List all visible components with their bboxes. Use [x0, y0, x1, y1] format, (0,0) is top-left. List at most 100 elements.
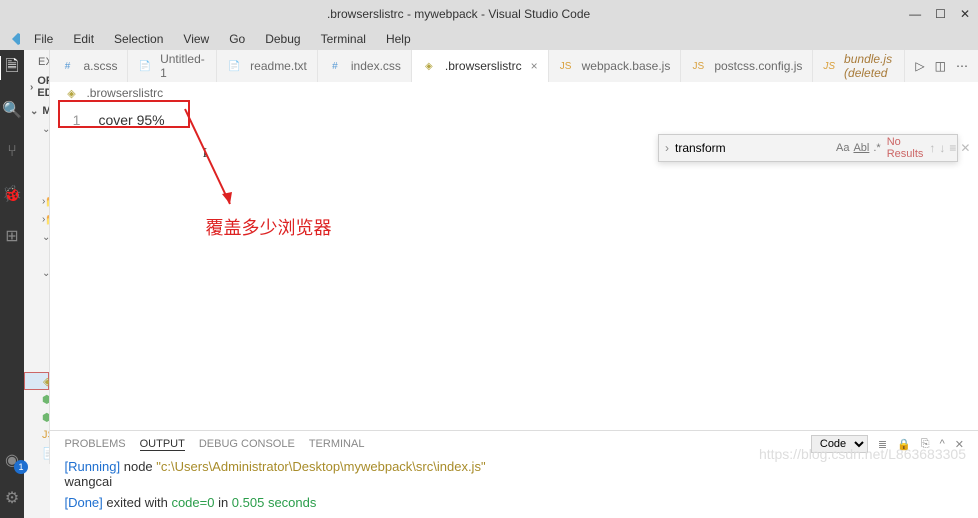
tree-item[interactable]: #index.css [24, 336, 50, 354]
sidebar: EXPLORER ›OPEN EDITORS ⌄MYWEBPACK ⌄📂buil… [24, 50, 50, 518]
editor-tab[interactable]: JS bundle.js (deleted [813, 50, 905, 82]
menu-selection[interactable]: Selection [106, 30, 171, 48]
more-actions-icon[interactable]: ⋯ [956, 59, 968, 73]
match-case-icon[interactable]: Aa [836, 142, 849, 154]
file-icon: JS [559, 59, 573, 73]
tree-item[interactable]: ⌄📂public [24, 228, 49, 246]
tree-item[interactable]: 📄readme.txt [24, 444, 49, 462]
find-in-selection-icon[interactable]: ≡ [949, 141, 956, 155]
file-icon: # [60, 59, 74, 73]
tab-terminal[interactable]: TERMINAL [309, 438, 365, 450]
source-control-icon[interactable]: ⑂ [0, 140, 24, 164]
window-controls: — ☐ ✕ [909, 7, 970, 21]
explorer-title: EXPLORER [24, 50, 50, 72]
titlebar: .browserslistrc - mywebpack - Visual Stu… [0, 0, 978, 28]
tree-item[interactable]: JSwebpack.base.js [24, 138, 50, 156]
regex-icon[interactable]: .* [873, 142, 880, 154]
file-icon: ⬢ [42, 410, 50, 424]
tree-item[interactable]: #a.scss [24, 318, 50, 336]
file-icon: 📄 [227, 59, 241, 73]
file-icon: ⬢ [42, 392, 50, 406]
tab-label: readme.txt [250, 59, 307, 73]
tree-item[interactable]: JSindex.js [24, 354, 50, 372]
file-icon: JS [823, 59, 835, 73]
bottom-panel: PROBLEMS OUTPUT DEBUG CONSOLE TERMINAL C… [50, 430, 978, 518]
activity-bar: 🗎 🔍 ⑂ 🐞 ⊞ ◉1 ⚙ [0, 50, 24, 518]
editor-tab[interactable]: 📄 readme.txt [217, 50, 318, 82]
file-icon: 📄 [42, 446, 50, 460]
file-icon: ◈ [64, 86, 78, 100]
tree-item[interactable]: <>index.html [24, 246, 50, 264]
tree-item[interactable]: #a.css [24, 300, 50, 318]
menu-debug[interactable]: Debug [257, 30, 308, 48]
tree-item[interactable]: ›📁dist [24, 192, 49, 210]
file-icon: JS [42, 428, 50, 442]
run-icon[interactable]: ▷ [915, 59, 924, 73]
editor-area: # a.scss 📄 Untitled-1 📄 readme.txt # index.css ◈… [50, 50, 978, 518]
split-editor-icon[interactable]: ◫ [935, 59, 946, 73]
file-icon: # [328, 59, 342, 73]
tab-output[interactable]: OUTPUT [140, 438, 185, 451]
close-tab-icon[interactable]: × [531, 59, 538, 73]
find-input[interactable] [675, 141, 830, 155]
vscode-icon [6, 31, 22, 47]
next-match-icon[interactable]: ↓ [939, 141, 945, 155]
tree-item[interactable]: ◈.browserslistrc [24, 372, 49, 390]
debug-icon[interactable]: 🐞 [0, 182, 24, 206]
tree-item[interactable]: ⌄📂src [24, 264, 49, 282]
tree-item[interactable]: ⌄📂build [24, 120, 49, 138]
menu-edit[interactable]: Edit [65, 30, 102, 48]
menu-help[interactable]: Help [378, 30, 419, 48]
editor-tabs: # a.scss 📄 Untitled-1 📄 readme.txt # index.css ◈… [50, 50, 978, 82]
explorer-icon[interactable]: 🗎 [0, 56, 23, 80]
maximize-icon[interactable]: ☐ [935, 7, 946, 21]
tree-item[interactable]: ›📁node_modules [24, 210, 49, 228]
code-editor[interactable]: 1 cover 95% I 覆盖多少浏览器 › Aa Abl .* No Res… [50, 104, 978, 430]
editor-tab[interactable]: ◈.browserslistrc× [412, 50, 549, 82]
editor-tab[interactable]: 📄 Untitled-1 [128, 50, 217, 82]
menu-terminal[interactable]: Terminal [313, 30, 374, 48]
tree-item[interactable]: JSwebpack.dev.js [24, 156, 50, 174]
menu-file[interactable]: File [26, 30, 61, 48]
extensions-icon[interactable]: ⊞ [0, 224, 24, 248]
tab-problems[interactable]: PROBLEMS [64, 438, 125, 450]
file-icon: JS [691, 59, 705, 73]
annotation-text: 覆盖多少浏览器 [205, 214, 331, 240]
menu-go[interactable]: Go [221, 30, 253, 48]
search-icon[interactable]: 🔍 [0, 98, 24, 122]
expand-replace-icon[interactable]: › [665, 141, 669, 155]
tree-item[interactable]: ⬢package-lock.json [24, 390, 49, 408]
file-icon: ◈ [422, 59, 436, 73]
window-title: .browserslistrc - mywebpack - Visual Stu… [8, 7, 909, 21]
tree-item[interactable]: JSwebpack.prod.js [24, 174, 50, 192]
menubar: File Edit Selection View Go Debug Termin… [0, 28, 978, 50]
tab-label: index.css [351, 59, 401, 73]
file-icon: 📄 [138, 59, 151, 73]
project-section[interactable]: ⌄MYWEBPACK [24, 102, 49, 120]
editor-tab[interactable]: # index.css [318, 50, 412, 82]
output-content[interactable]: [Running] node "c:\Users\Administrator\D… [50, 457, 978, 518]
tab-label: webpack.base.js [582, 59, 671, 73]
find-results: No Results [887, 136, 924, 160]
prev-match-icon[interactable]: ↑ [929, 141, 935, 155]
tree-item[interactable]: JSpostcss.config.js [24, 426, 49, 444]
tree-item[interactable]: ⬢package.json [24, 408, 49, 426]
tab-label: a.scss [83, 59, 117, 73]
tab-label: Untitled-1 [160, 52, 206, 80]
editor-tab[interactable]: # a.scss [50, 50, 128, 82]
editor-tab[interactable]: JS webpack.base.js [549, 50, 682, 82]
open-editors-section[interactable]: ›OPEN EDITORS [24, 72, 49, 102]
close-find-icon[interactable]: ✕ [960, 141, 970, 155]
tab-label: bundle.js (deleted [844, 52, 894, 80]
menu-view[interactable]: View [175, 30, 217, 48]
whole-word-icon[interactable]: Abl [853, 142, 869, 154]
editor-tab[interactable]: JSpostcss.config.js [681, 50, 813, 82]
minimize-icon[interactable]: — [909, 7, 921, 21]
find-widget: › Aa Abl .* No Results ↑ ↓ ≡ ✕ [658, 134, 958, 162]
close-icon[interactable]: ✕ [960, 7, 970, 21]
accounts-icon[interactable]: ◉1 [0, 448, 24, 472]
watermark: https://blog.csdn.net/L863683305 [759, 446, 966, 462]
settings-icon[interactable]: ⚙ [0, 486, 24, 510]
tab-debug-console[interactable]: DEBUG CONSOLE [199, 438, 295, 450]
tree-item[interactable]: JSa-module.js [24, 282, 50, 300]
